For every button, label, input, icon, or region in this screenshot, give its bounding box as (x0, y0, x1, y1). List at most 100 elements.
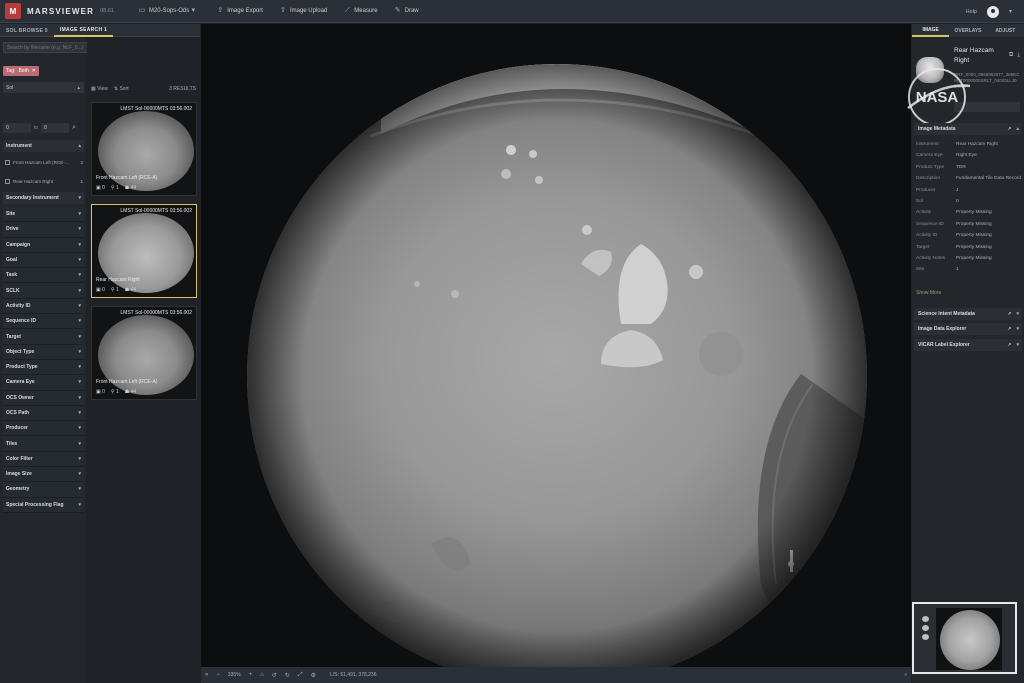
image-export-button[interactable]: ⇪ Image Export (208, 0, 271, 23)
minimap[interactable] (912, 602, 1017, 674)
fullscreen-icon[interactable]: ⤢ (298, 672, 303, 679)
filter-campaign[interactable]: Campaign ▾ (3, 237, 84, 253)
home-icon[interactable]: ⌂ (260, 672, 264, 678)
filter-activity-id[interactable]: Activity ID ▾ (3, 298, 84, 315)
filter-task[interactable]: Task ▾ (3, 268, 84, 284)
close-icon[interactable]: ✕ (32, 68, 36, 74)
download-icon[interactable]: ⤓ (1017, 52, 1020, 59)
layer-dot[interactable] (922, 634, 929, 640)
filter-tiles[interactable]: Tiles ▾ (3, 436, 84, 452)
view-button[interactable]: ▦ View (91, 86, 108, 92)
thumbnail-name: Front Hazcam Left (RCE-A) (96, 379, 158, 385)
metadata-value: J (956, 187, 959, 193)
tab-adjust[interactable]: ADJUST (987, 24, 1024, 37)
secondary-instrument-filter[interactable]: Secondary Instrument ▾ (3, 192, 84, 204)
thumbnail-name: Rear Hazcam Right (96, 277, 140, 283)
filter-target[interactable]: Target ▾ (3, 329, 84, 345)
user-avatar[interactable] (986, 5, 999, 18)
show-more-link[interactable]: Show More (916, 290, 941, 296)
camera-actions: ⧉ ⤓ (1009, 52, 1020, 59)
metadata-key: Site (916, 267, 925, 273)
filter-label: Camera Eye (6, 379, 35, 386)
image-viewer[interactable] (201, 24, 911, 667)
instrument-option-rear-hazcam[interactable]: Rear Hazcam Right 1 (5, 177, 83, 185)
chevron-down-icon: ▾ (78, 364, 81, 371)
rotate-right-icon[interactable]: ↻ (285, 672, 290, 679)
filter-label: Producer (6, 425, 28, 432)
metadata-value: Right Eye (956, 153, 977, 159)
chevron-down-icon[interactable]: ▾ (1016, 326, 1019, 332)
mission-dropdown[interactable]: ▭ M20-Sops-Ods ▾ (130, 0, 208, 23)
tag-filter-chip[interactable]: Tag: Both ✕ (3, 66, 39, 76)
chevron-down-icon: ▾ (78, 333, 81, 340)
measure-button[interactable]: ⟋ Measure (335, 0, 385, 23)
zoom-out-icon[interactable]: − (216, 672, 220, 678)
external-link-icon[interactable]: ⧉ (1009, 52, 1013, 59)
chevron-down-icon[interactable]: ▾ (1016, 342, 1019, 348)
filter-special-processing-flag[interactable]: Special Processing Flag ▾ (3, 497, 84, 513)
first-page-icon[interactable]: « (205, 672, 208, 678)
metadata-row: Sequence ID Property Missing (916, 221, 1022, 232)
instrument-filter-header[interactable]: Instrument ▴ (3, 140, 84, 152)
filter-image-size[interactable]: Image Size ▾ (3, 467, 84, 483)
tab-image-search[interactable]: IMAGE SEARCH 1 (53, 24, 114, 37)
vicar-label-explorer-header[interactable]: VICAR Label Explorer ↗ ▾ (914, 339, 1022, 351)
viewer-toolbar: « − 335% + ⌂ ↺ ↻ ⤢ ⚙ L/S: 51,491, 378,23… (201, 667, 911, 683)
layer-dot[interactable] (922, 616, 929, 622)
result-thumbnail[interactable]: LMST Sol-00000MTS 03:56.002 Front Hazcam… (91, 306, 197, 400)
filter-geometry[interactable]: Geometry ▾ (3, 482, 84, 498)
result-thumbnail[interactable]: LMST Sol-00000MTS 03:56.002 Front Hazcam… (91, 102, 197, 196)
settings-gear-icon[interactable]: ⚙ (311, 672, 316, 679)
top-bar: M MARSVIEWER 08.61 ▭ M20-Sops-Ods ▾ ⇪ Im… (0, 0, 1024, 23)
pop-out-icon[interactable]: ↗ (1007, 126, 1011, 132)
filter-ocs-owner[interactable]: OCS Owner ▾ (3, 390, 84, 406)
tab-image[interactable]: IMAGE (912, 24, 950, 37)
image-upload-button[interactable]: ⇧ Image Upload (271, 0, 335, 23)
pin-count: 1 (115, 389, 119, 395)
marker-icon: ▣ 0 (96, 185, 105, 191)
pop-out-icon[interactable]: ↗ (1007, 342, 1011, 348)
filter-color-filter[interactable]: Color Filter ▾ (3, 451, 84, 468)
result-thumbnail-selected[interactable]: LMST Sol-00000MTS 03:56.002 Rear Hazcam … (91, 204, 197, 298)
expand-panel-icon[interactable]: » (904, 672, 907, 678)
chevron-down-icon[interactable]: ▾ (1009, 8, 1012, 15)
zoom-in-icon[interactable]: + (249, 672, 253, 678)
filter-product-type[interactable]: Product Type ▾ (3, 359, 84, 376)
image-metadata-header[interactable]: Image Metadata ↗ ▴ (914, 123, 1022, 135)
image-data-explorer-header[interactable]: Image Data Explorer ↗ ▾ (914, 323, 1022, 335)
checkbox[interactable] (5, 178, 10, 184)
sol-range-from-input[interactable]: 0 (3, 123, 31, 133)
filter-sequence-id[interactable]: Sequence ID ▾ (3, 314, 84, 330)
filter-goal[interactable]: Goal ▾ (3, 252, 84, 269)
sol-filter[interactable]: Sol ▴ (3, 82, 84, 93)
pop-out-icon[interactable]: ↗ (1007, 326, 1011, 332)
help-link[interactable]: Help (966, 9, 977, 15)
tab-sol-browse[interactable]: SOL BROWSE 0 (0, 24, 54, 37)
instrument-option-front-hazcam[interactable]: Front Hazcam Left (RCE-... 2 (5, 158, 83, 166)
tab-overlays[interactable]: OVERLAYS (949, 24, 986, 37)
thumbnail-time: LMST Sol-00000MTS 03:56.002 (120, 106, 192, 112)
layer-dot[interactable] (922, 625, 929, 631)
filter-sclk[interactable]: SCLK ▾ (3, 283, 84, 299)
filter-site[interactable]: Site ▾ (3, 207, 84, 223)
science-intent-header[interactable]: Science Intent Metadata ↗ ▾ (914, 308, 1022, 320)
search-icon[interactable]: ⌕ (72, 124, 76, 132)
rotate-left-icon[interactable]: ↺ (272, 672, 277, 679)
metadata-key: Sequence ID (916, 221, 944, 227)
checkbox[interactable] (5, 159, 10, 165)
chevron-down-icon: ▾ (78, 410, 81, 416)
chevron-down-icon[interactable]: ▾ (1016, 311, 1019, 317)
sort-button[interactable]: ⇅ Sort (114, 86, 129, 92)
chevron-up-icon[interactable]: ▴ (1016, 126, 1019, 132)
filter-object-type[interactable]: Object Type ▾ (3, 344, 84, 360)
filter-drive[interactable]: Drive ▾ (3, 222, 84, 238)
sol-range-to-input[interactable]: 0 (41, 123, 70, 133)
filter-producer[interactable]: Producer ▾ (3, 421, 84, 437)
filter-camera-eye[interactable]: Camera Eye ▾ (3, 375, 84, 391)
pop-out-icon[interactable]: ↗ (1007, 311, 1011, 317)
tag-chip-label: Tag: (6, 68, 16, 74)
chevron-down-icon: ▾ (78, 486, 81, 493)
draw-button[interactable]: ✎ Draw (386, 0, 427, 23)
chevron-down-icon: ▾ (78, 471, 81, 478)
filter-ocs-path[interactable]: OCS Path ▾ (3, 405, 84, 422)
